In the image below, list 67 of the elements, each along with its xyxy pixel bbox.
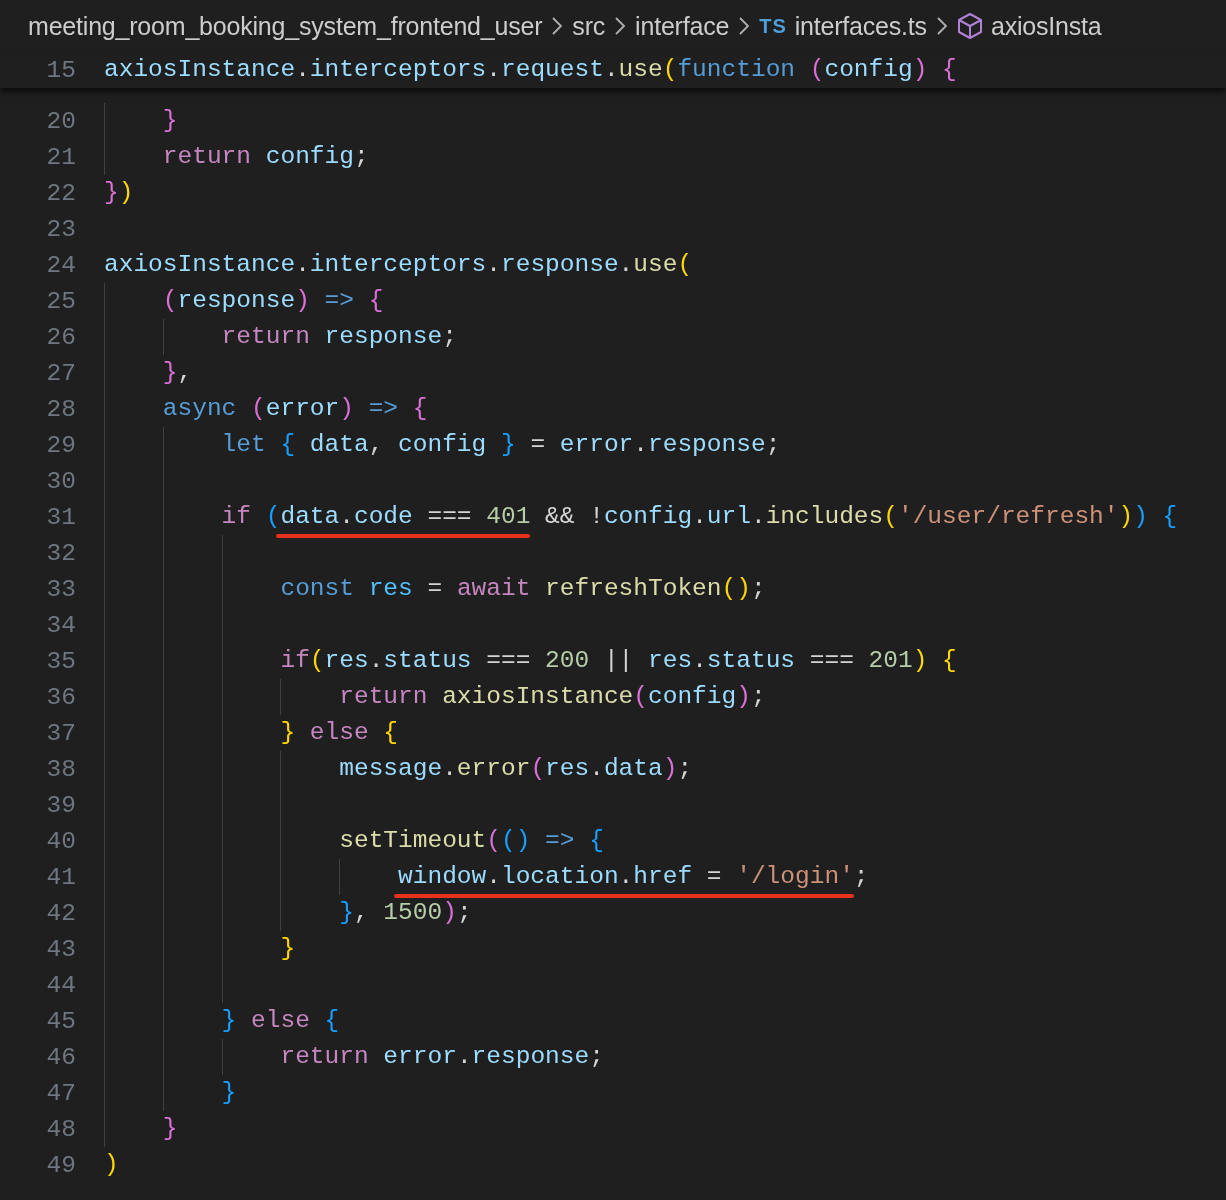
code-line: }, 1500); xyxy=(104,895,472,931)
line-number: 49 xyxy=(45,1151,76,1179)
line-number: 21 xyxy=(45,143,76,171)
code-line: (response) => { xyxy=(104,283,384,319)
line-number: 22 xyxy=(45,179,76,207)
line-number: 43 xyxy=(45,935,76,963)
code-line: } else { xyxy=(104,1003,340,1039)
line-number: 20 xyxy=(45,107,76,135)
code-line: let { data, config } = error.response; xyxy=(104,427,781,463)
line-number: 24 xyxy=(45,251,76,279)
breadcrumb-folder[interactable]: src xyxy=(572,11,606,41)
chevron-icon xyxy=(737,15,752,37)
chevron-icon xyxy=(550,15,565,37)
line-number: 42 xyxy=(45,899,76,927)
line-number: 27 xyxy=(45,359,76,387)
line-number: 39 xyxy=(45,791,76,819)
line-number: 28 xyxy=(45,395,76,423)
code-line: } xyxy=(104,931,296,967)
line-number: 47 xyxy=(45,1079,76,1107)
code-line: const res = await refreshToken(); xyxy=(104,571,766,607)
code-line: return config; xyxy=(104,139,369,175)
breadcrumb-folder[interactable]: interface xyxy=(635,11,730,41)
line-number: 31 xyxy=(45,503,76,531)
line-number: 34 xyxy=(45,611,76,639)
line-number: 35 xyxy=(45,647,76,675)
line-number: 23 xyxy=(45,215,76,243)
chevron-icon xyxy=(613,15,628,37)
code-line: } xyxy=(104,1075,237,1111)
line-number: 48 xyxy=(45,1115,76,1143)
code-line: setTimeout(() => { xyxy=(104,823,604,859)
breadcrumb-label[interactable]: axiosInsta xyxy=(990,11,1102,41)
line-number: 29 xyxy=(45,431,76,459)
code-line: }) xyxy=(104,178,134,208)
code-line: return error.response; xyxy=(104,1039,604,1075)
code-line: message.error(res.data); xyxy=(104,751,693,787)
code-line: } else { xyxy=(104,715,399,751)
line-number: 44 xyxy=(45,971,76,999)
code-line: }, xyxy=(104,355,193,391)
line-number: 46 xyxy=(45,1043,76,1071)
line-number: 33 xyxy=(45,575,76,603)
line-number: 26 xyxy=(45,323,76,351)
line-number: 30 xyxy=(45,467,76,495)
line-number: 45 xyxy=(45,1007,76,1035)
line-number: 38 xyxy=(45,755,76,783)
code-line: } xyxy=(104,103,178,139)
cube-icon xyxy=(956,12,983,40)
code-line: ) xyxy=(104,1150,119,1180)
line-number: 40 xyxy=(45,827,76,855)
code-line: return axiosInstance(config); xyxy=(104,679,766,715)
code-line: if (data.code === 401 && !config.url.includes('/user/refresh')) { xyxy=(104,499,1178,535)
code-line: } xyxy=(104,1111,178,1147)
breadcrumb-folder[interactable]: meeting_room_booking_system_frontend_user xyxy=(28,11,543,41)
line-number: 32 xyxy=(45,539,76,567)
line-number: 36 xyxy=(45,683,76,711)
code-line: if(res.status === 200 || res.status === 201) { xyxy=(104,643,957,679)
line-number: 15 xyxy=(45,56,76,84)
line-number: 41 xyxy=(45,863,76,891)
code-line: async (error) => { xyxy=(104,391,428,427)
code-line: window.location.href = '/login'; xyxy=(104,859,869,895)
chevron-icon xyxy=(934,15,949,37)
code-line: axiosInstance.interceptors.response.use( xyxy=(104,250,693,280)
code-line: axiosInstance.interceptors.request.use(function (config) { xyxy=(104,55,957,85)
line-number: 37 xyxy=(45,719,76,747)
breadcrumb-label[interactable]: interfaces.ts xyxy=(794,11,927,41)
typescript-icon: TS xyxy=(759,14,787,38)
line-number: 25 xyxy=(45,287,76,315)
code-line: return response; xyxy=(104,319,457,355)
